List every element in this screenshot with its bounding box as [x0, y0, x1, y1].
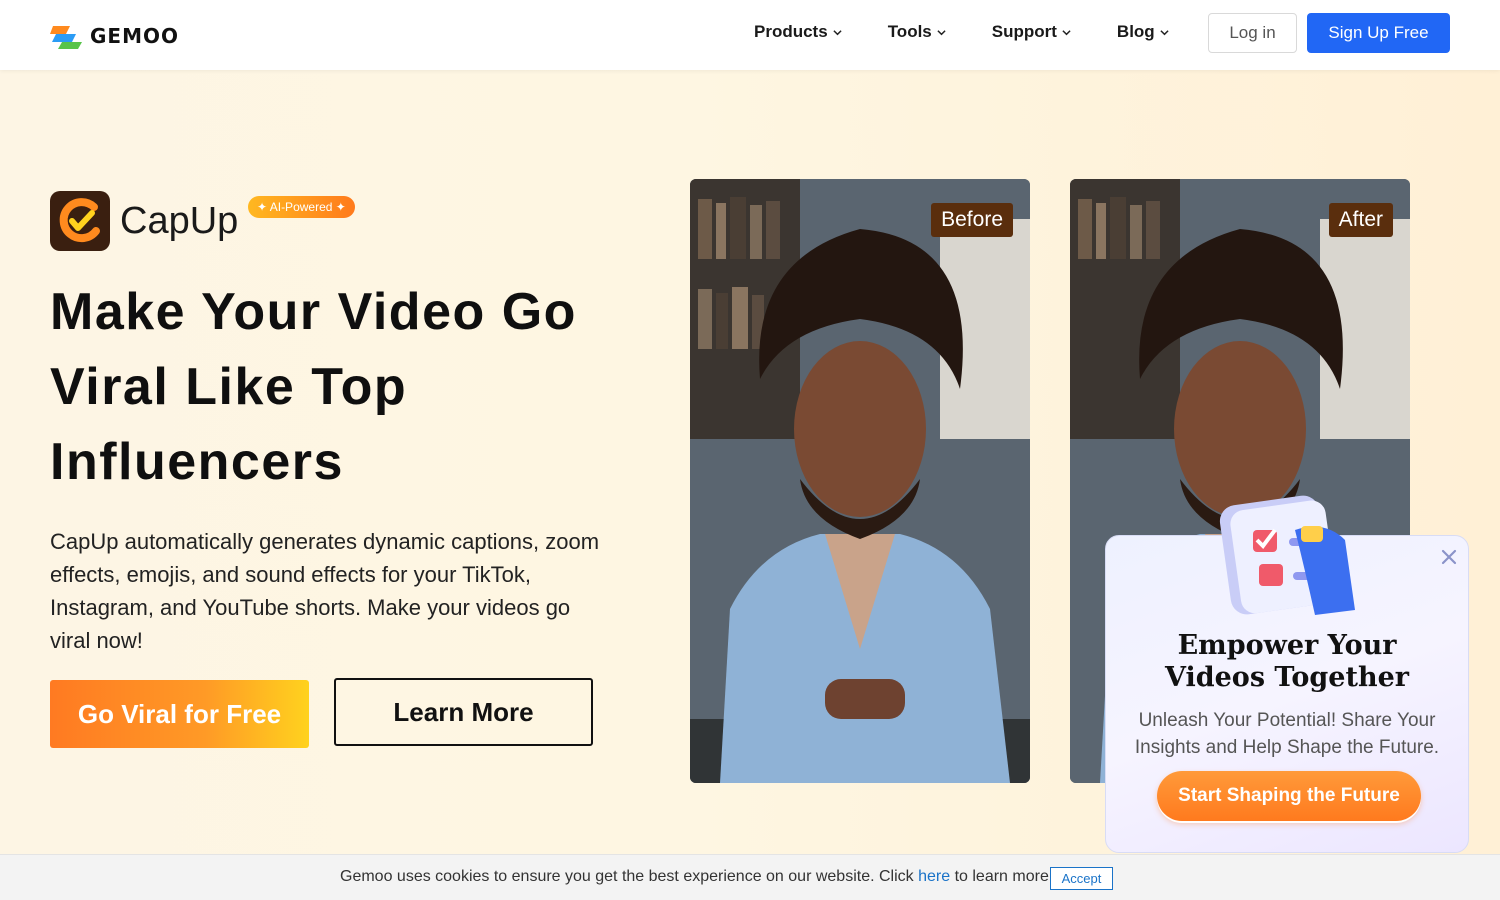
headline-line: Make Your Video Go	[50, 283, 577, 341]
headline-line: Influencers	[50, 433, 344, 491]
product-brand: CapUp	[50, 191, 238, 251]
cookie-accept-button[interactable]: Accept	[1050, 867, 1113, 890]
popup-title-line: Empower Your	[1177, 630, 1397, 661]
before-tag: Before	[931, 203, 1013, 237]
popup-subtitle: Unleash Your Potential! Share Your Insig…	[1134, 710, 1440, 758]
cookie-banner: Gemoo uses cookies to ensure you get the…	[0, 854, 1500, 900]
cookie-text-before: Gemoo uses cookies to ensure you get the…	[340, 868, 919, 885]
nav-products[interactable]: Products	[754, 22, 842, 42]
main-nav: Products Tools Support Blog	[754, 22, 1215, 42]
product-name: CapUp	[120, 199, 239, 242]
cookie-message: Gemoo uses cookies to ensure you get the…	[340, 868, 1053, 886]
chevron-down-icon	[833, 29, 842, 35]
nav-support-label: Support	[991, 22, 1057, 41]
hero-headline: Make Your Video Go Viral Like Top Influe…	[50, 275, 650, 500]
after-tag: After	[1328, 203, 1393, 237]
learn-more-button[interactable]: Learn More	[334, 678, 593, 746]
before-video[interactable]: Before	[690, 179, 1030, 783]
gemoo-logo-icon	[50, 26, 82, 49]
site-header: GEMOO Products Tools Support Blog Log in…	[0, 0, 1500, 70]
chevron-down-icon	[937, 29, 946, 35]
popup-title-line: Videos Together	[1165, 662, 1409, 693]
brand-wordmark: GEMOO	[90, 24, 179, 48]
go-viral-button[interactable]: Go Viral for Free	[50, 680, 309, 748]
nav-tools-label: Tools	[887, 22, 932, 41]
start-shaping-button[interactable]: Start Shaping the Future	[1157, 771, 1421, 821]
gemoo-logo[interactable]: GEMOO	[50, 22, 179, 50]
nav-tools[interactable]: Tools	[888, 22, 946, 42]
cookie-text-after: to learn more.	[950, 868, 1054, 885]
nav-support[interactable]: Support	[992, 22, 1071, 42]
cookie-learn-link[interactable]: here	[918, 868, 950, 885]
chevron-down-icon	[1062, 29, 1071, 35]
signup-button[interactable]: Sign Up Free	[1307, 13, 1450, 53]
ai-powered-badge: ✦ AI-Powered ✦	[248, 196, 355, 218]
login-button[interactable]: Log in	[1208, 13, 1297, 53]
chevron-down-icon	[1160, 29, 1169, 35]
video-frame-person	[690, 179, 1030, 783]
close-icon[interactable]	[1439, 547, 1459, 567]
headline-line: Viral Like Top	[50, 358, 408, 416]
nav-products-label: Products	[754, 22, 828, 41]
popup-title: Empower Your Videos Together	[1105, 630, 1469, 694]
hero-description: CapUp automatically generates dynamic ca…	[50, 529, 600, 653]
capup-app-icon	[50, 191, 110, 251]
nav-blog-label: Blog	[1116, 22, 1155, 41]
checklist-illustration-icon	[1219, 495, 1355, 615]
nav-blog[interactable]: Blog	[1117, 22, 1169, 42]
